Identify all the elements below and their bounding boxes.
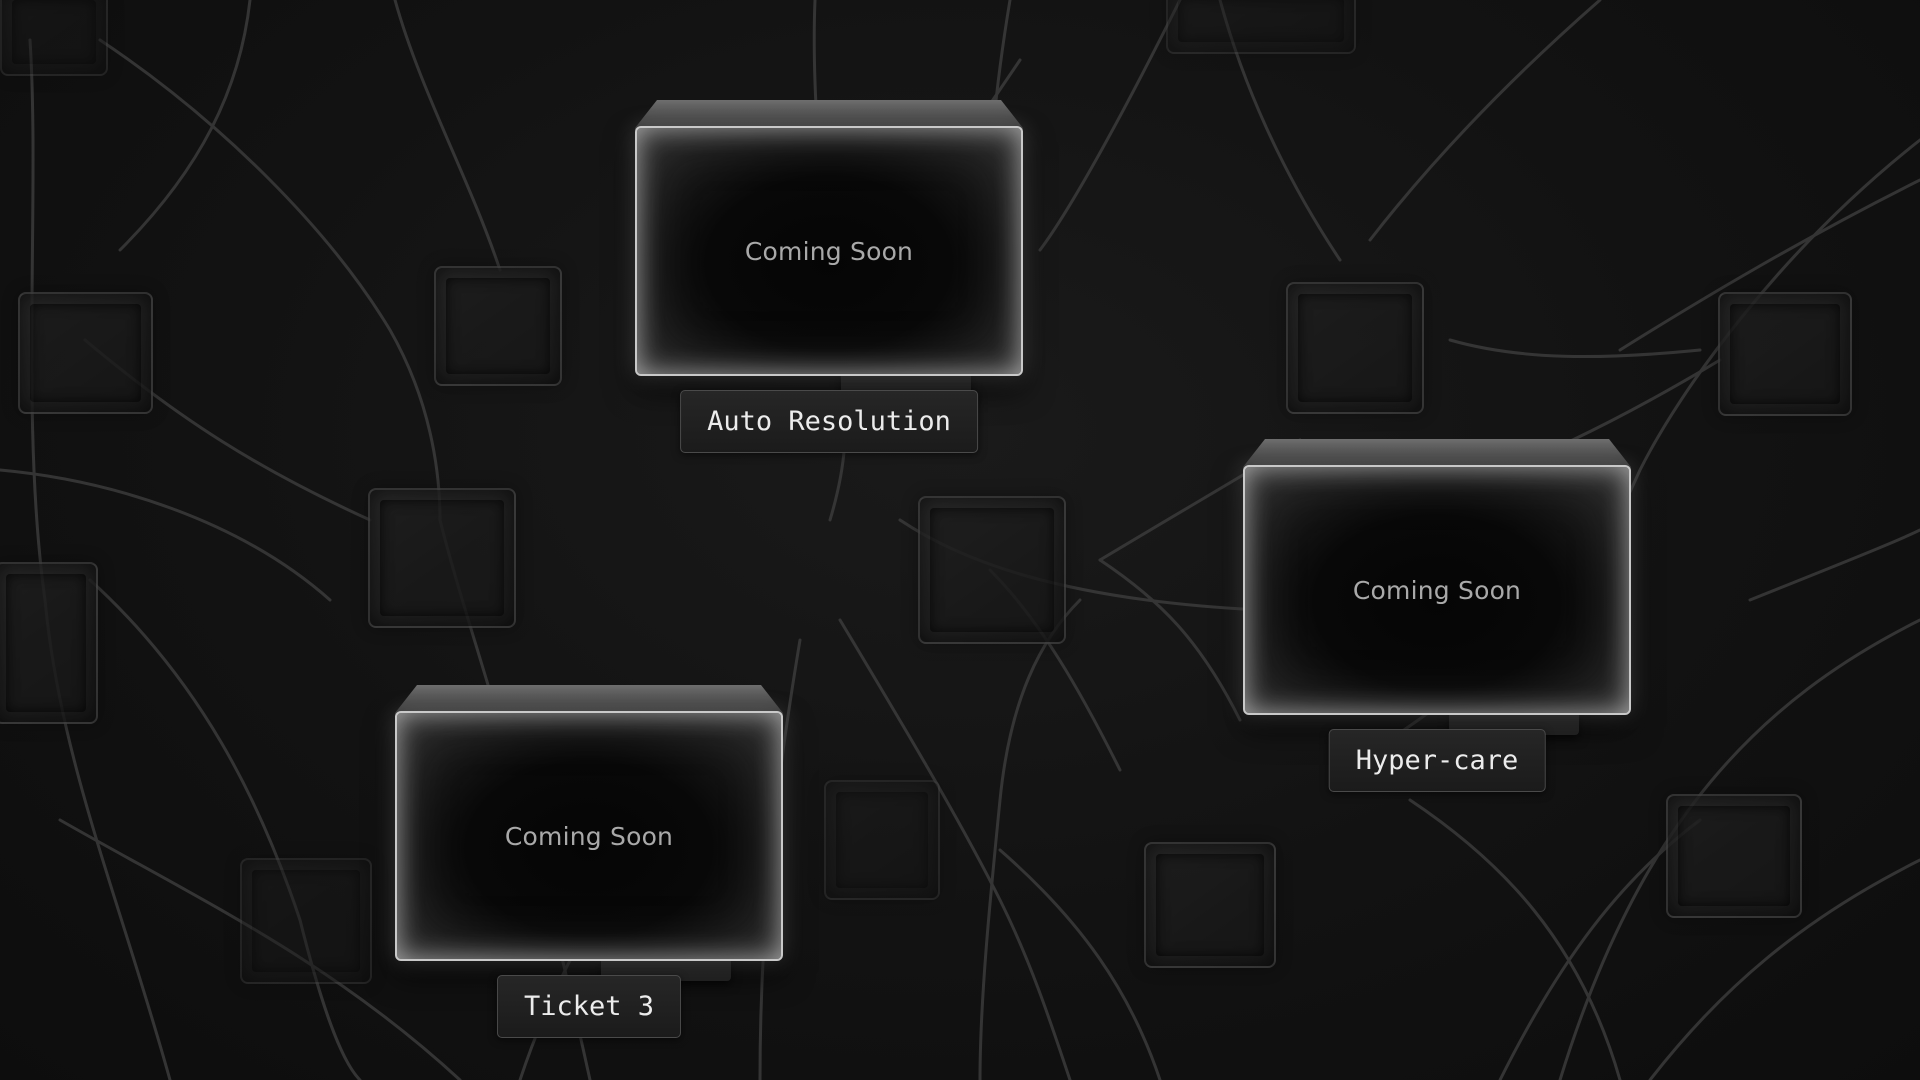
card-display[interactable]: Coming Soon bbox=[635, 126, 1023, 376]
background-node bbox=[1286, 282, 1424, 414]
background-node bbox=[368, 488, 516, 628]
network-canvas: Coming Soon Auto Resolution Coming Soon … bbox=[0, 0, 1920, 1080]
card-display[interactable]: Coming Soon bbox=[1243, 465, 1631, 715]
background-node bbox=[18, 292, 153, 414]
background-node bbox=[240, 858, 372, 984]
card-label-auto-resolution[interactable]: Auto Resolution bbox=[680, 390, 978, 453]
coming-soon-text: Coming Soon bbox=[744, 236, 914, 266]
background-node bbox=[1718, 292, 1852, 416]
card-label-hyper-care[interactable]: Hyper-care bbox=[1328, 729, 1546, 792]
background-node bbox=[434, 266, 562, 386]
background-node bbox=[824, 780, 940, 900]
card-label-ticket-3[interactable]: Ticket 3 bbox=[496, 975, 682, 1038]
coming-soon-text: Coming Soon bbox=[1352, 575, 1522, 605]
background-node bbox=[1166, 0, 1356, 54]
background-node bbox=[0, 0, 108, 76]
background-node bbox=[1666, 794, 1802, 918]
background-node bbox=[0, 562, 98, 724]
card-display[interactable]: Coming Soon bbox=[395, 711, 783, 961]
coming-soon-text: Coming Soon bbox=[504, 821, 674, 851]
background-node bbox=[918, 496, 1066, 644]
background-node bbox=[1144, 842, 1276, 968]
